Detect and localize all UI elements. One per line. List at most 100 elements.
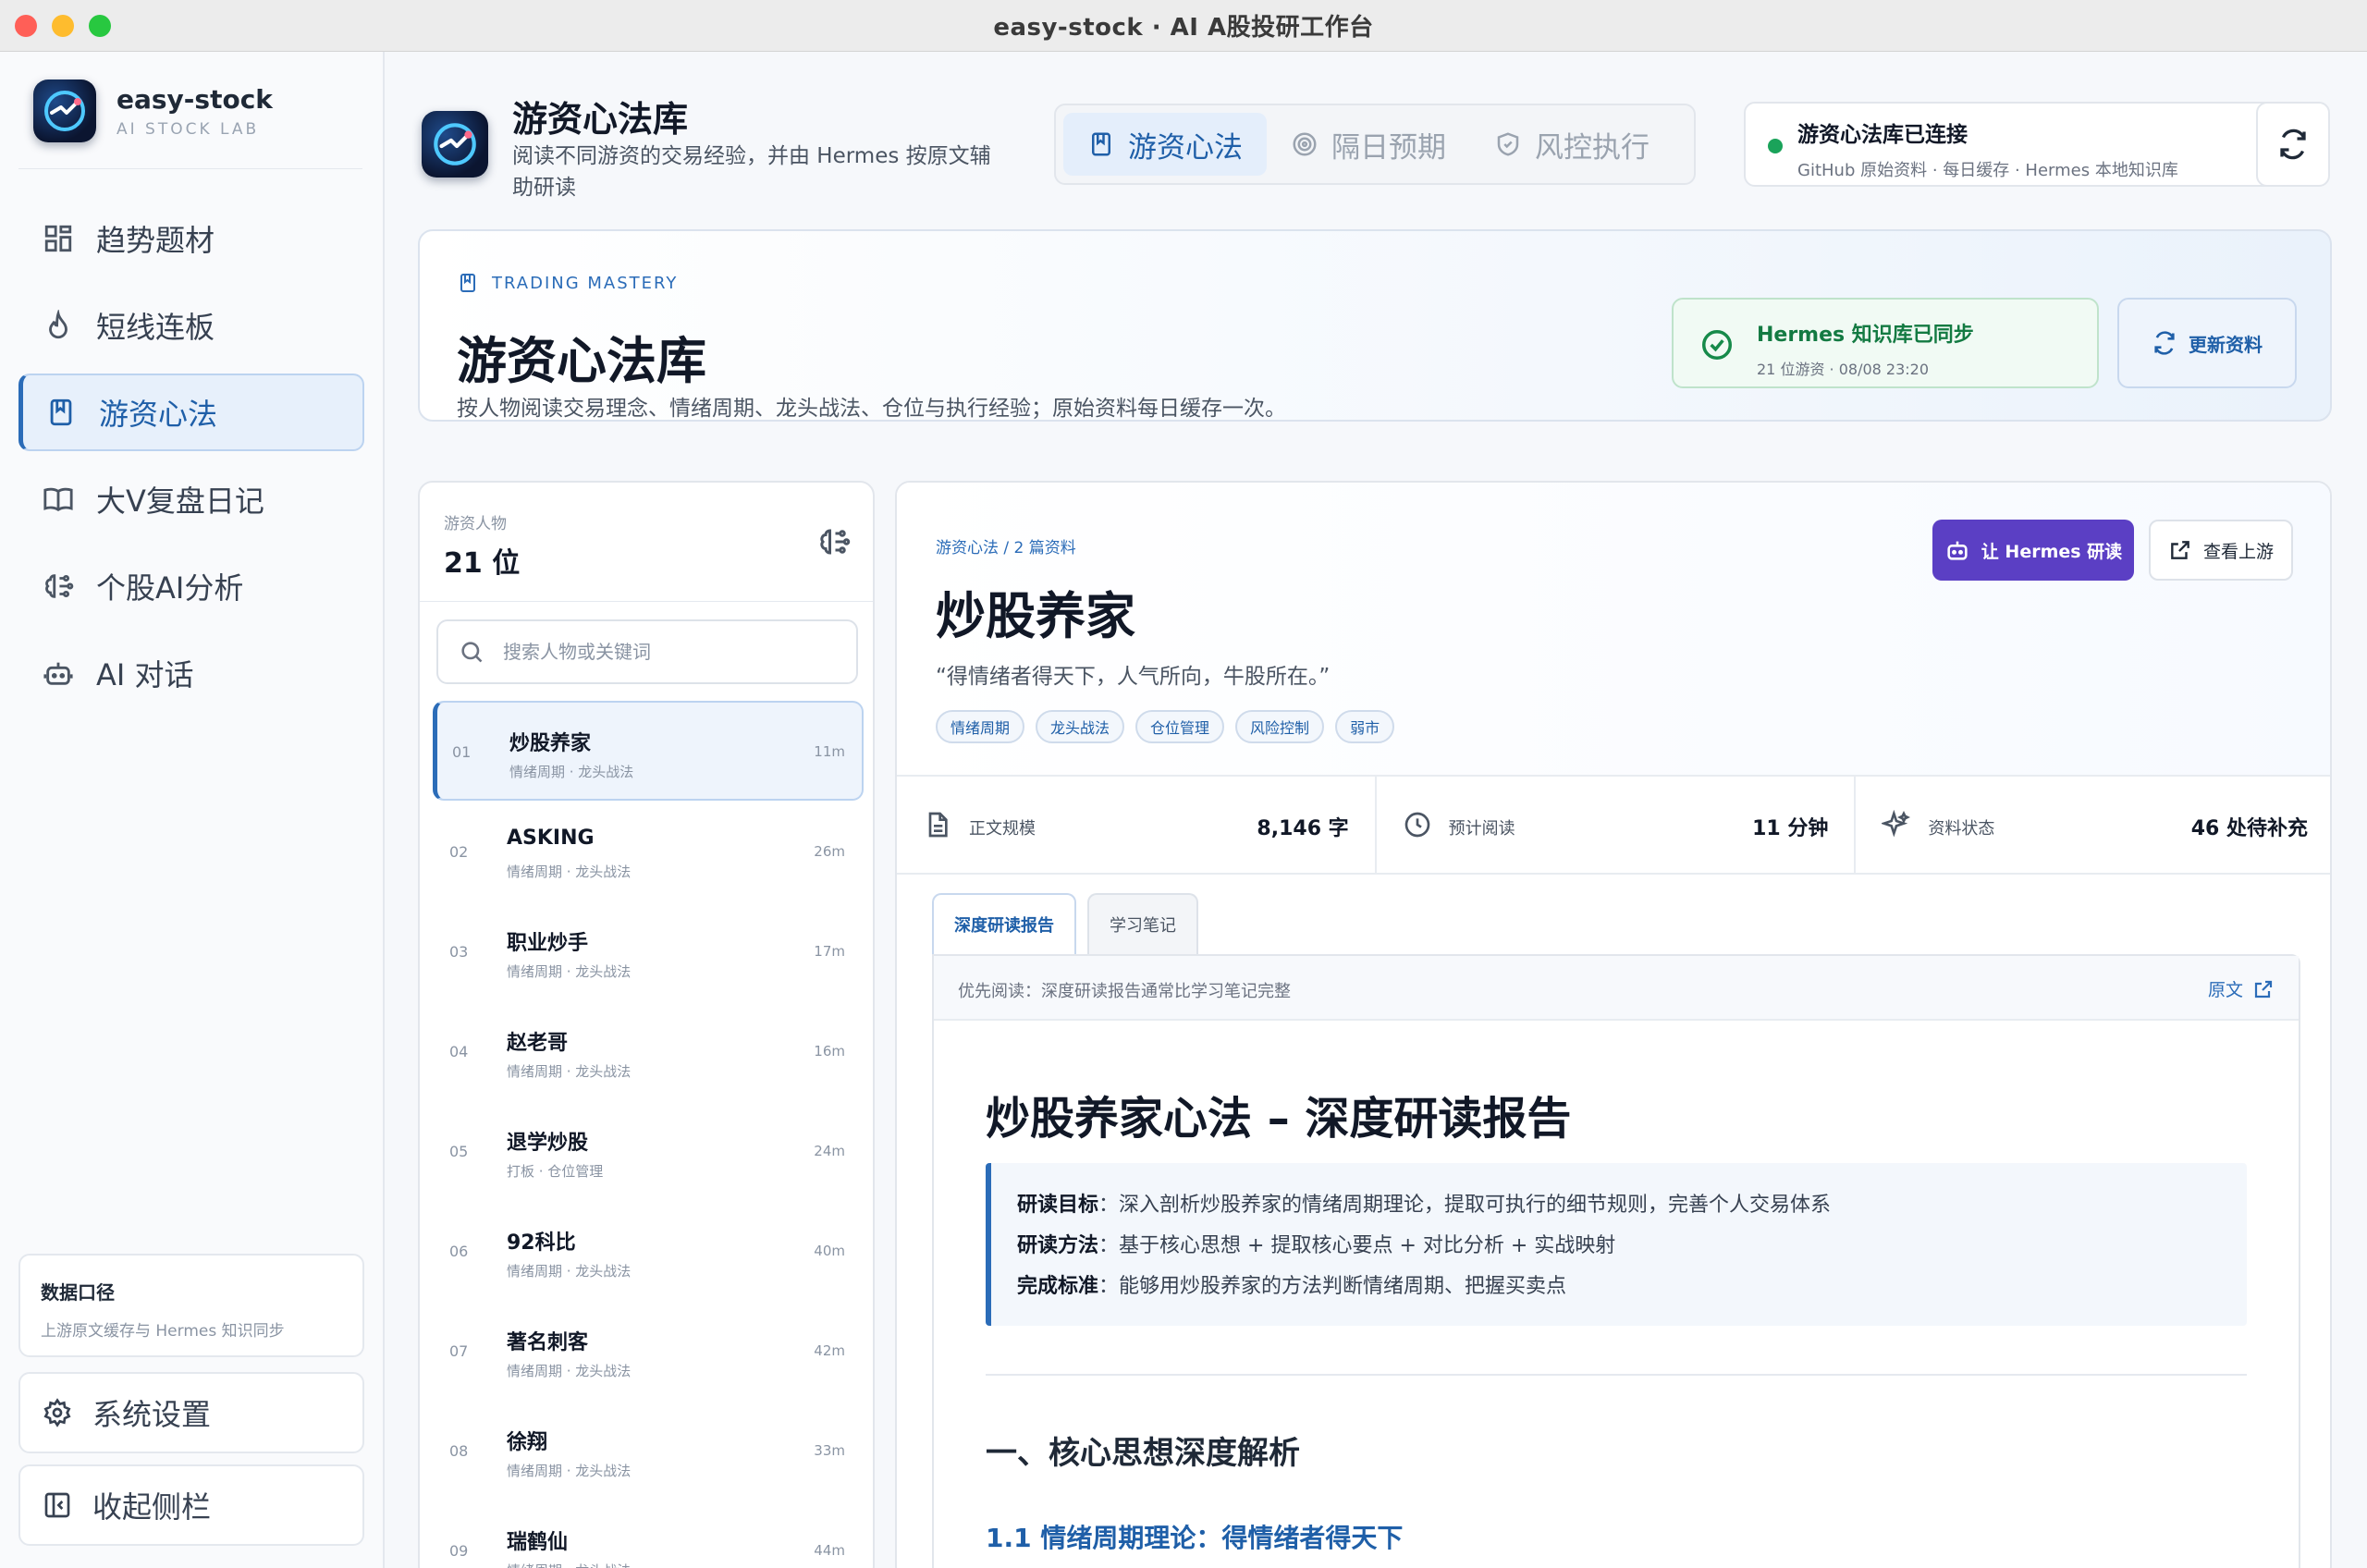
list-item[interactable]: 09 瑞鹤仙 情绪周期 · 龙头战法 44m <box>433 1500 864 1568</box>
sidebar-nav: 趋势题材 短线连板 游资心法 大V复盘日记 个股AI分析 AI 对话 <box>18 200 364 721</box>
item-tags: 情绪周期 · 龙头战法 <box>507 1063 632 1080</box>
tag-chip[interactable]: 仓位管理 <box>1135 710 1225 743</box>
callout-line: 研读方法：基于核心思想 + 提取核心要点 + 对比分析 + 实战映射 <box>1017 1234 1616 1257</box>
item-tags: 情绪周期 · 龙头战法 <box>507 963 632 980</box>
sidebar-item-limit-up[interactable]: 短线连板 <box>18 287 364 364</box>
sidebar-item-label: 个股AI分析 <box>96 570 244 606</box>
list-item[interactable]: 04 赵老哥 情绪周期 · 龙头战法 16m <box>433 1000 864 1100</box>
tab-study-notes[interactable]: 学习笔记 <box>1087 893 1198 954</box>
stat-word-count: 正文规模 8,146 字 <box>897 777 1377 873</box>
trader-quote: “得情绪者得天下，人气所向，牛股所在。” <box>936 665 1331 689</box>
item-number: 06 <box>449 1243 469 1260</box>
page-title: 游资心法库 <box>512 99 689 140</box>
tag-chip[interactable]: 风险控制 <box>1235 710 1325 743</box>
search-input[interactable] <box>503 641 836 663</box>
breadcrumb[interactable]: 游资心法 / 2 篇资料 <box>936 534 1076 557</box>
list-item[interactable]: 01 炒股养家 情绪周期 · 龙头战法 11m <box>433 701 864 801</box>
trader-list: 01 炒股养家 情绪周期 · 龙头战法 11m 02 ASKING 情绪周期 ·… <box>433 701 864 1568</box>
callout-line: 完成标准：能够用炒股养家的方法判断情绪周期、把握买卖点 <box>1017 1275 1567 1298</box>
callout-key: 研读方法 <box>1017 1234 1099 1257</box>
tab-deep-report[interactable]: 深度研读报告 <box>932 893 1076 954</box>
kicker-text: TRADING MASTERY <box>492 273 679 293</box>
sidebar-item-trend-themes[interactable]: 趋势题材 <box>18 200 364 277</box>
target-icon <box>1293 132 1317 156</box>
open-book-icon <box>43 487 73 512</box>
list-item[interactable]: 08 徐翔 情绪周期 · 龙头战法 33m <box>433 1400 864 1500</box>
document-heading: 炒股养家心法 – 深度研读报告 <box>986 1093 1572 1145</box>
trader-name: 炒股养家 <box>936 587 1135 645</box>
hermes-study-button[interactable]: 让 Hermes 研读 <box>1932 520 2134 581</box>
refresh-icon <box>2154 331 2175 355</box>
hermes-label: 让 Hermes 研读 <box>1981 541 2123 562</box>
item-read-time: 33m <box>814 1442 845 1459</box>
grid-icon <box>44 225 72 252</box>
title-bar: easy-stock · AI A股投研工作台 <box>0 0 2367 52</box>
update-data-button[interactable]: 更新资料 <box>2117 298 2297 388</box>
sidebar: easy-stock AI STOCK LAB 趋势题材 短线连板 游资心法 大… <box>0 52 385 1568</box>
sidebar-item-label: 游资心法 <box>99 397 218 432</box>
close-window-button[interactable] <box>15 15 37 37</box>
sync-status-card: Hermes 知识库已同步 21 位游资 · 08/08 23:20 <box>1672 298 2099 388</box>
trader-list-panel: 游资人物 21 位 01 炒股养家 情绪周期 · 龙头战法 11m 02 ASK… <box>418 481 875 1568</box>
sidebar-item-label: 大V复盘日记 <box>96 484 264 519</box>
refresh-button[interactable] <box>2256 102 2330 187</box>
tab-next-day-expectation[interactable]: 隔日预期 <box>1267 113 1470 176</box>
sidebar-item-label: 趋势题材 <box>96 223 215 258</box>
tab-label: 隔日预期 <box>1331 130 1446 165</box>
page-subtitle: 阅读不同游资的交易经验，并由 Hermes 按原文辅助研读 <box>512 144 991 200</box>
tag-chip[interactable]: 龙头战法 <box>1036 710 1125 743</box>
view-upstream-button[interactable]: 查看上游 <box>2149 520 2293 581</box>
item-read-time: 26m <box>814 843 845 860</box>
content-divider <box>986 1374 2247 1376</box>
brain-icon[interactable] <box>817 525 851 558</box>
sidebar-item-label: AI 对话 <box>96 657 194 692</box>
stat-label: 预计阅读 <box>1448 819 1515 839</box>
window-controls <box>15 15 111 37</box>
bookmark-book-icon <box>460 274 475 292</box>
item-tags: 情绪周期 · 龙头战法 <box>507 1561 631 1568</box>
document-icon <box>928 812 948 838</box>
tab-risk-control[interactable]: 风控执行 <box>1470 113 1674 176</box>
tag-chip[interactable]: 弱市 <box>1335 710 1395 743</box>
brand-divider <box>18 168 362 169</box>
item-number: 09 <box>449 1542 469 1560</box>
sidebar-item-label: 短线连板 <box>96 310 215 345</box>
stat-value: 8,146 字 <box>1257 817 1349 840</box>
stats-row: 正文规模 8,146 字 预计阅读 11 分钟 资料状态 46 处待补充 <box>897 775 2330 875</box>
callout-text: 能够用炒股养家的方法判断情绪周期、把握买卖点 <box>1119 1275 1567 1298</box>
sidebar-item-stock-ai-analysis[interactable]: 个股AI分析 <box>18 547 364 625</box>
list-item[interactable]: 06 92科比 情绪周期 · 龙头战法 40m <box>433 1200 864 1300</box>
sidebar-item-ai-chat[interactable]: AI 对话 <box>18 634 364 712</box>
open-source-link[interactable]: 原文 <box>2208 976 2275 1001</box>
item-tags: 情绪周期 · 龙头战法 <box>507 1363 632 1379</box>
stat-value: 46 处待补充 <box>2190 817 2309 840</box>
gear-icon <box>43 1398 71 1427</box>
update-label: 更新资料 <box>2189 333 2263 356</box>
bookmark-book-icon <box>50 398 72 426</box>
sync-title: Hermes 知识库已同步 <box>1757 324 1974 347</box>
banner-subtitle: 按人物阅读交易理念、情绪周期、龙头战法、仓位与执行经验；原始资料每日缓存一次。 <box>457 397 1286 421</box>
sidebar-item-trader-mastery[interactable]: 游资心法 <box>18 374 364 451</box>
stat-read-time: 预计阅读 11 分钟 <box>1377 777 1857 873</box>
collapse-sidebar-button[interactable]: 收起侧栏 <box>18 1464 364 1546</box>
item-name: 徐翔 <box>507 1431 548 1454</box>
sidebar-item-influencer-diary[interactable]: 大V复盘日记 <box>18 460 364 538</box>
item-name: 著名刺客 <box>507 1331 589 1354</box>
minimize-window-button[interactable] <box>52 15 74 37</box>
list-item[interactable]: 03 职业炒手 情绪周期 · 龙头战法 17m <box>433 900 864 1000</box>
robot-icon <box>1947 541 1968 560</box>
zoom-window-button[interactable] <box>89 15 111 37</box>
detail-header: 游资心法 / 2 篇资料 炒股养家 “得情绪者得天下，人气所向，牛股所在。” 情… <box>897 483 2330 775</box>
item-read-time: 16m <box>814 1043 845 1060</box>
item-name: ASKING <box>507 827 595 850</box>
reader-toolbar: 优先阅读：深度研读报告通常比学习笔记完整 原文 <box>934 956 2299 1021</box>
list-item[interactable]: 05 退学炒股 打板 · 仓位管理 24m <box>433 1100 864 1200</box>
tag-chip[interactable]: 情绪周期 <box>936 710 1025 743</box>
sync-subtitle: 21 位游资 · 08/08 23:20 <box>1757 361 1930 378</box>
tab-trader-mastery[interactable]: 游资心法 <box>1063 113 1267 176</box>
list-item[interactable]: 07 著名刺客 情绪周期 · 龙头战法 42m <box>433 1300 864 1400</box>
item-number: 04 <box>449 1043 469 1060</box>
settings-button[interactable]: 系统设置 <box>18 1372 364 1453</box>
refresh-icon <box>2280 129 2306 160</box>
list-item[interactable]: 02 ASKING 情绪周期 · 龙头战法 26m <box>433 801 864 900</box>
